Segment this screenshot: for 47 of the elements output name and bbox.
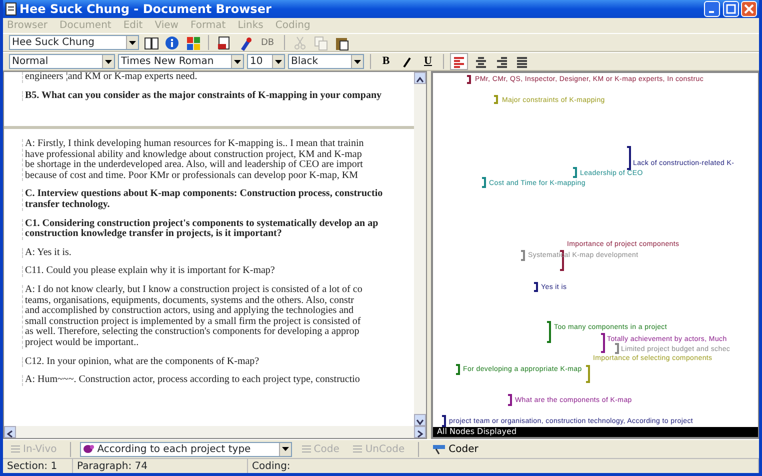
copy-icon bbox=[313, 34, 330, 50]
maximize-icon bbox=[726, 4, 736, 14]
dropdown-arrow-icon bbox=[275, 60, 282, 64]
maximize-button[interactable] bbox=[722, 1, 738, 17]
dropdown-arrow-icon bbox=[282, 447, 289, 451]
lines-icon bbox=[302, 445, 311, 453]
dropdown-arrow-icon bbox=[234, 60, 241, 64]
align-justify-icon bbox=[515, 54, 529, 68]
node-icon bbox=[82, 444, 95, 454]
status-text: Coding: bbox=[252, 460, 290, 474]
dropdown[interactable]: Normal bbox=[9, 54, 115, 69]
status-text: Paragraph: 74 bbox=[77, 460, 148, 474]
dropdown[interactable]: Hee Suck Chung bbox=[9, 35, 139, 50]
close-icon bbox=[744, 4, 754, 14]
grid-icon bbox=[185, 34, 201, 50]
format-button[interactable]: U bbox=[419, 53, 437, 70]
status-label: All Nodes Displayed bbox=[433, 427, 758, 437]
format-button[interactable]: B bbox=[377, 53, 395, 70]
dropdown[interactable]: 10 bbox=[247, 54, 285, 69]
minimize-button[interactable] bbox=[704, 1, 720, 17]
coding-stripe[interactable] bbox=[601, 333, 605, 353]
coding-stripe[interactable] bbox=[627, 146, 631, 170]
dropdown[interactable]: Black bbox=[288, 54, 364, 69]
dropdown-arrow-icon bbox=[105, 60, 112, 64]
lines-icon bbox=[353, 445, 362, 453]
coding-stripe[interactable] bbox=[508, 394, 512, 406]
cut-icon bbox=[292, 34, 308, 50]
align-left-icon bbox=[452, 54, 466, 68]
window-title: Hee Suck Chung - Document Browser bbox=[20, 1, 272, 18]
coding-stripe[interactable] bbox=[467, 75, 471, 84]
coder-button[interactable]: Coder bbox=[428, 442, 482, 456]
scrollbar[interactable] bbox=[4, 426, 426, 438]
align-center-icon bbox=[473, 54, 487, 68]
dropdown-arrow-icon bbox=[354, 60, 361, 64]
toolbar-button[interactable] bbox=[163, 34, 181, 51]
node-dropdown[interactable]: According to each project type bbox=[80, 442, 292, 456]
coding-stripe[interactable] bbox=[534, 282, 538, 292]
status-text: Section: 1 bbox=[7, 460, 58, 474]
scrollbar[interactable] bbox=[414, 72, 426, 426]
close-button[interactable] bbox=[741, 1, 757, 17]
coder-icon bbox=[432, 443, 446, 455]
dropdown[interactable]: Times New Roman bbox=[118, 54, 244, 69]
lines-icon bbox=[11, 445, 20, 453]
align-right-icon bbox=[494, 54, 508, 68]
align-button[interactable] bbox=[450, 53, 468, 70]
document-icon bbox=[5, 2, 17, 16]
dropdown-arrow-icon bbox=[129, 40, 136, 44]
